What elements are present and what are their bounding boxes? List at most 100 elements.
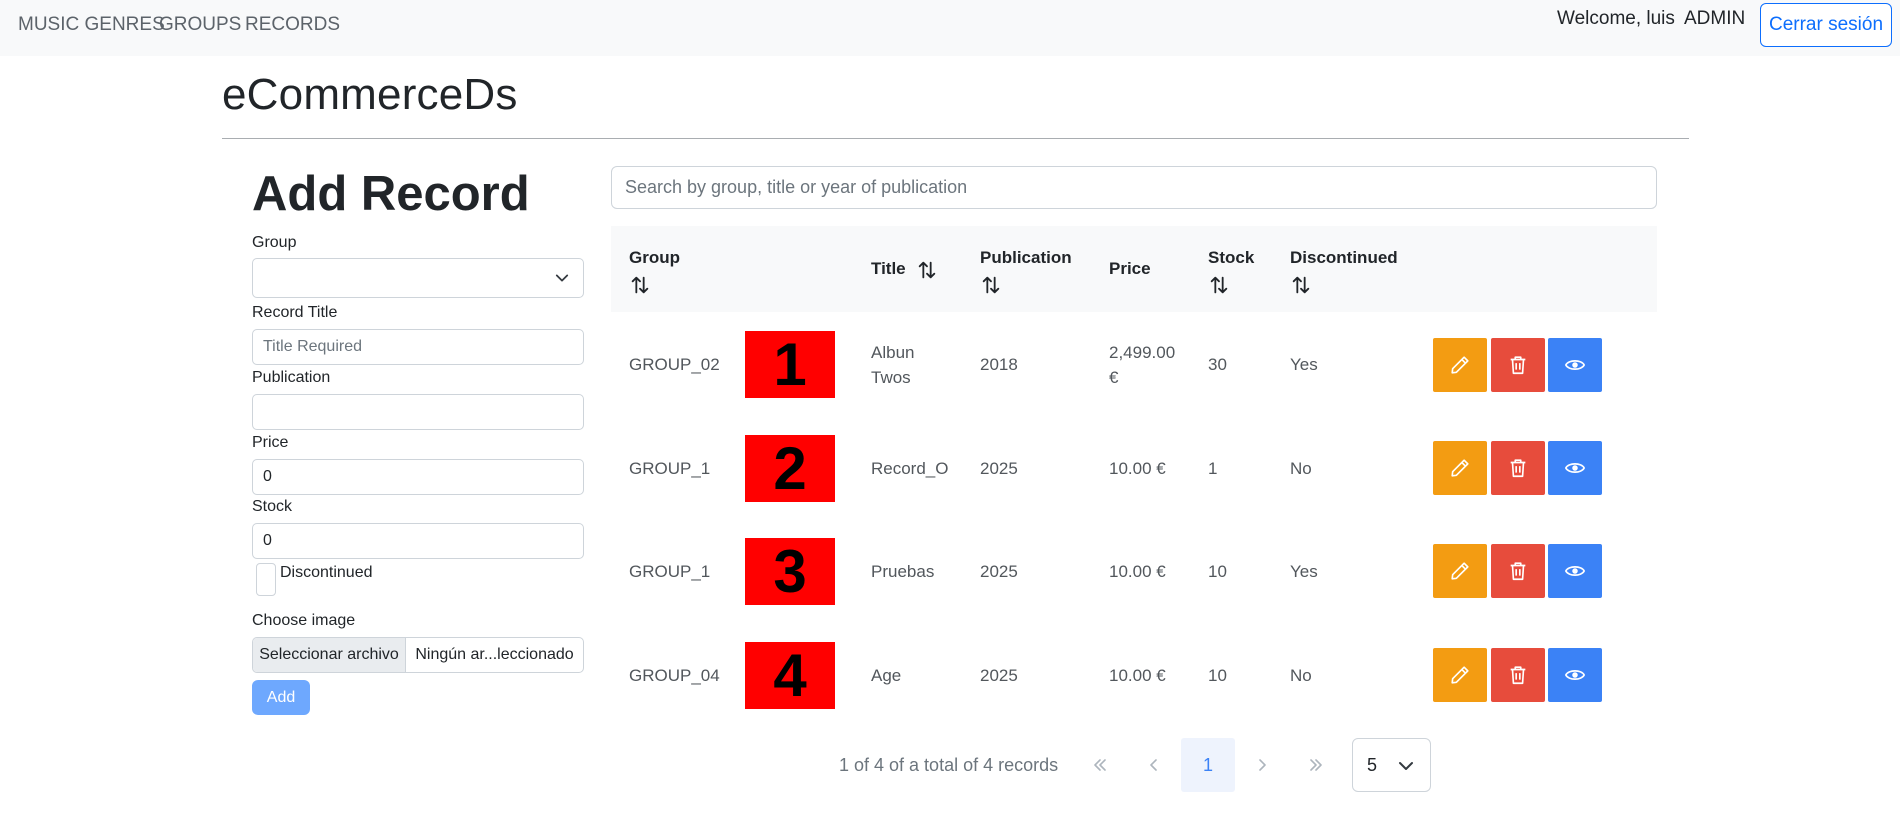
edit-button[interactable] xyxy=(1433,441,1487,495)
view-button[interactable] xyxy=(1548,338,1602,392)
delete-button[interactable] xyxy=(1491,544,1545,598)
page-size-value: 5 xyxy=(1367,755,1378,775)
pencil-icon xyxy=(1451,356,1469,374)
cell-group: GROUP_04 xyxy=(629,666,720,685)
eye-icon xyxy=(1564,463,1586,473)
group-label: Group xyxy=(252,234,297,251)
chevron-down-icon xyxy=(1399,762,1413,770)
cell-stock: 30 xyxy=(1208,355,1227,374)
record-thumbnail: 3 xyxy=(745,538,835,605)
top-navbar: MUSIC GENRES GROUPS RECORDS Welcome, lui… xyxy=(0,0,1900,56)
chevron-left-icon xyxy=(1150,759,1157,771)
sort-icon xyxy=(1292,276,1310,293)
next-page-button[interactable] xyxy=(1235,738,1289,792)
publication-input[interactable] xyxy=(252,394,584,430)
cell-title: Record_O xyxy=(871,459,949,478)
cell-discontinued: Yes xyxy=(1290,562,1318,581)
trash-icon xyxy=(1510,459,1526,478)
record-title-input[interactable]: Title Required xyxy=(252,329,584,365)
last-page-button[interactable] xyxy=(1289,738,1343,792)
record-title-label: Record Title xyxy=(252,304,338,321)
cell-stock: 1 xyxy=(1208,459,1218,478)
cell-stock: 10 xyxy=(1208,562,1227,581)
nav-link-records[interactable]: RECORDS xyxy=(245,14,340,36)
cell-title: Pruebas xyxy=(871,562,935,581)
sort-icon xyxy=(1210,276,1228,293)
cell-group: GROUP_1 xyxy=(629,459,711,478)
first-page-button[interactable] xyxy=(1073,738,1127,792)
search-input[interactable]: Search by group, title or year of public… xyxy=(611,166,1657,209)
cell-publication: 2025 xyxy=(980,666,1018,685)
welcome-text: Welcome, luis xyxy=(1557,8,1675,29)
cell-price: 2,499.00 € xyxy=(1109,343,1176,387)
nav-link-music-genres[interactable]: MUSIC GENRES xyxy=(18,14,165,36)
chevron-down-icon xyxy=(555,274,569,282)
record-thumbnail: 1 xyxy=(745,331,835,398)
header-stock[interactable]: Stock xyxy=(1208,245,1254,297)
table-row: GROUP_02 1 Albun Twos 2018 2,499.00 € 30 Y… xyxy=(611,312,1657,416)
sort-icon xyxy=(982,276,1000,293)
file-name-text: Ningún ar...leccionado xyxy=(415,646,574,663)
image-file-input[interactable]: Seleccionar archivo Ningún ar...lecciona… xyxy=(252,637,584,673)
cell-publication: 2025 xyxy=(980,459,1018,478)
file-select-button[interactable]: Seleccionar archivo xyxy=(253,638,406,672)
brand-title: eCommerceDs xyxy=(222,70,518,119)
trash-icon xyxy=(1510,666,1526,685)
cell-discontinued: Yes xyxy=(1290,355,1318,374)
price-input[interactable]: 0 xyxy=(252,459,584,495)
delete-button[interactable] xyxy=(1491,441,1545,495)
eye-icon xyxy=(1564,360,1586,370)
add-button[interactable]: Add xyxy=(252,680,310,715)
chevron-right-icon xyxy=(1259,759,1266,771)
delete-button[interactable] xyxy=(1491,338,1545,392)
view-button[interactable] xyxy=(1548,544,1602,598)
table-row: GROUP_04 4 Age 2025 10.00 € 10 No xyxy=(611,624,1657,728)
cell-publication: 2025 xyxy=(980,562,1018,581)
group-select[interactable] xyxy=(252,258,584,298)
header-title[interactable]: Title xyxy=(871,256,938,282)
cell-price: 10.00 € xyxy=(1109,459,1166,478)
pencil-icon xyxy=(1451,459,1469,477)
table-row: GROUP_1 2 Record_O 2025 10.00 € 1 No xyxy=(611,416,1657,520)
cell-title: Age xyxy=(871,666,902,685)
choose-image-label: Choose image xyxy=(252,612,356,629)
publication-label: Publication xyxy=(252,369,331,386)
stock-input[interactable]: 0 xyxy=(252,523,584,559)
logout-button[interactable]: Cerrar sesión xyxy=(1760,3,1892,47)
page-size-select[interactable]: 5 xyxy=(1352,738,1431,792)
brand-divider xyxy=(222,138,1689,139)
eye-icon xyxy=(1564,670,1586,680)
prev-page-button[interactable] xyxy=(1127,738,1181,792)
header-discontinued[interactable]: Discontinued xyxy=(1290,245,1398,297)
stock-label: Stock xyxy=(252,498,293,515)
cell-group: GROUP_1 xyxy=(629,562,711,581)
double-chevron-right-icon xyxy=(1310,759,1322,771)
cell-group: GROUP_02 xyxy=(629,355,720,374)
edit-button[interactable] xyxy=(1433,648,1487,702)
edit-button[interactable] xyxy=(1433,544,1487,598)
header-group[interactable]: Group xyxy=(629,245,680,297)
view-button[interactable] xyxy=(1548,648,1602,702)
record-thumbnail: 2 xyxy=(745,435,835,502)
trash-icon xyxy=(1510,356,1526,375)
page-button-current[interactable]: 1 xyxy=(1181,738,1235,792)
header-price: Price xyxy=(1109,259,1151,278)
discontinued-checkbox[interactable] xyxy=(256,563,276,596)
cell-title: Albun Twos xyxy=(871,343,915,387)
view-button[interactable] xyxy=(1548,441,1602,495)
cell-discontinued: No xyxy=(1290,666,1312,685)
cell-discontinued: No xyxy=(1290,459,1312,478)
sort-icon xyxy=(919,261,936,278)
discontinued-label: Discontinued xyxy=(280,564,373,581)
edit-button[interactable] xyxy=(1433,338,1487,392)
pencil-icon xyxy=(1451,562,1469,580)
price-label: Price xyxy=(252,434,289,451)
delete-button[interactable] xyxy=(1491,648,1545,702)
table-row: GROUP_1 3 Pruebas 2025 10.00 € 10 Yes xyxy=(611,520,1657,624)
record-thumbnail: 4 xyxy=(745,642,835,709)
nav-link-groups[interactable]: GROUPS xyxy=(159,14,241,36)
user-role: ADMIN xyxy=(1684,8,1746,29)
trash-icon xyxy=(1510,562,1526,581)
header-publication[interactable]: Publication xyxy=(980,245,1072,297)
cell-stock: 10 xyxy=(1208,666,1227,685)
